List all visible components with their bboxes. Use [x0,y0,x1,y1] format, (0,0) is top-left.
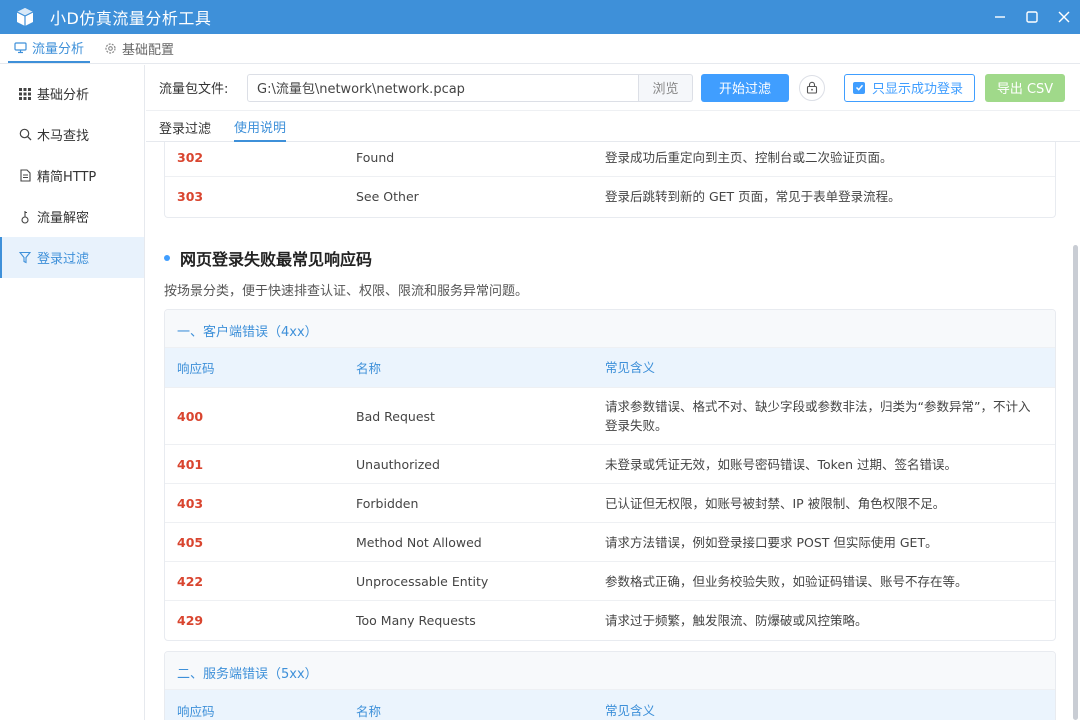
grid-icon [18,87,32,100]
table-row: 401 Unauthorized 未登录或凭证无效，如账号密码错误、Token … [165,445,1055,484]
sidebar-item-simple-http[interactable]: 精简HTTP [0,155,144,196]
status-desc: 请求方法错误，例如登录接口要求 POST 但实际使用 GET。 [605,534,938,550]
status-name: Found [356,149,395,165]
status-desc: 登录后跳转到新的 GET 页面，常见于表单登录流程。 [605,189,901,204]
status-name: Too Many Requests [356,613,476,628]
topnav-basic-config[interactable]: 基础配置 [98,33,180,63]
sidebar-item-label: 流量解密 [37,211,90,226]
search-icon [18,128,32,141]
lock-button[interactable] [799,74,825,101]
status-code: 303 [177,189,204,204]
file-path-input[interactable] [247,73,639,102]
header-code: 响应码 [177,361,215,376]
sidebar-item-trojan-search[interactable]: 木马查找 [0,114,144,155]
close-icon [1058,11,1070,23]
status-name: See Other [356,189,419,204]
close-button[interactable] [1048,0,1080,34]
status-name: Unprocessable Entity [356,573,489,589]
group-title: 二、服务端错误（5xx） [177,667,318,682]
export-csv-button[interactable]: 导出 CSV [985,73,1065,102]
status-code: 429 [177,613,204,628]
tab-usage-guide[interactable]: 使用说明 [234,112,287,142]
sidebar-item-login-filter[interactable]: 登录过滤 [0,237,144,278]
usage-guide-content: 302 Found 登录成功后重定向到主页、控制台或二次验证页面。 303 Se… [146,142,1072,720]
maximize-button[interactable] [1016,0,1048,34]
vertical-scrollbar[interactable] [1073,245,1078,720]
group-header: 二、服务端错误（5xx） [165,652,1055,690]
sidebar-item-label: 精简HTTP [37,170,97,185]
status-desc: 未登录或凭证无效，如账号密码错误、Token 过期、签名错误。 [605,456,958,472]
header-name: 名称 [356,361,382,376]
status-code: 403 [177,495,204,511]
start-filter-button[interactable]: 开始过滤 [701,73,789,102]
gear-icon [104,42,117,55]
table-row: 422 Unprocessable Entity 参数格式正确，但业务校验失败，… [165,562,1055,601]
sidebar: 基础分析 木马查找 精简HTTP 流量解密 登录过滤 [0,65,145,720]
checkmark-icon [853,81,865,94]
filter-icon [18,251,32,264]
topnav-traffic-analysis[interactable]: 流量分析 [8,33,91,63]
maximize-icon [1026,11,1038,23]
status-code: 400 [177,408,204,424]
app-cube-icon [8,0,42,34]
table-row: 403 Forbidden 已认证但无权限，如账号被封禁、IP 被限制、角色权限… [165,484,1055,523]
tab-bar: 登录过滤 使用说明 [146,112,1080,142]
sidebar-item-traffic-decrypt[interactable]: 流量解密 [0,196,144,237]
browse-button[interactable]: 浏览 [639,73,693,102]
status-name: Method Not Allowed [356,534,482,550]
header-code: 响应码 [177,703,215,719]
table-row: 429 Too Many Requests 请求过于频繁，触发限流、防爆破或风控… [165,601,1055,640]
status-desc: 请求参数错误、格式不对、缺少字段或参数非法，归类为“参数异常”，不计入登录失败。 [605,399,1031,433]
status-name: Bad Request [356,408,435,424]
status-desc: 已认证但无权限，如账号被封禁、IP 被限制、角色权限不足。 [605,495,946,511]
lock-icon [806,81,818,94]
header-desc: 常见含义 [605,702,656,718]
table-header-row: 响应码 名称 常见含义 [165,348,1055,388]
section-title: 网页登录失败最常见响应码 [164,246,372,270]
server-errors-card: 二、服务端错误（5xx） 响应码 名称 常见含义 [164,651,1056,720]
status-desc: 登录成功后重定向到主页、控制台或二次验证页面。 [605,149,893,165]
file-label: 流量包文件: [159,82,229,97]
status-code: 422 [177,573,204,589]
status-desc: 请求过于频繁，触发限流、防爆破或风控策略。 [605,613,868,628]
status-desc: 参数格式正确，但业务校验失败，如验证码错误、账号不存在等。 [605,573,968,589]
key-icon [18,210,32,224]
document-icon [18,169,32,182]
header-desc: 常见含义 [605,360,656,375]
title-bar: 小D仿真流量分析工具 [0,0,1080,34]
group-title: 一、客户端错误（4xx） [177,325,318,340]
header-name: 名称 [356,703,382,719]
topnav-label: 基础配置 [122,42,175,58]
status-code: 401 [177,456,204,472]
topnav-label: 流量分析 [32,41,85,57]
success-only-label: 只显示成功登录 [872,82,964,97]
status-code: 302 [177,149,204,165]
group-header: 一、客户端错误（4xx） [165,310,1055,348]
minimize-icon [995,16,1005,18]
sidebar-item-label: 基础分析 [37,88,90,103]
top-nav: 流量分析 基础配置 [0,34,1080,64]
success-only-checkbox[interactable]: 只显示成功登录 [844,73,975,102]
monitor-icon [14,41,27,54]
toolbar: 流量包文件: 浏览 开始过滤 只显示成功登录 导出 CSV [146,65,1080,111]
bullet-dot-icon [164,255,170,261]
status-code: 405 [177,534,204,550]
status-name: Unauthorized [356,456,440,472]
tab-login-filter[interactable]: 登录过滤 [159,112,211,142]
table-header-row: 响应码 名称 常见含义 [165,690,1055,720]
sidebar-item-label: 木马查找 [37,129,90,144]
table-row: 400 Bad Request 请求参数错误、格式不对、缺少字段或参数非法，归类… [165,388,1055,445]
status-name: Forbidden [356,495,419,511]
table-row: 302 Found 登录成功后重定向到主页、控制台或二次验证页面。 [165,142,1055,177]
section-title-text: 网页登录失败最常见响应码 [180,250,373,269]
sidebar-item-label: 登录过滤 [37,252,90,267]
table-row: 303 See Other 登录后跳转到新的 GET 页面，常见于表单登录流程。 [165,177,1055,216]
client-errors-card: 一、客户端错误（4xx） 响应码 名称 常见含义 400 Bad Request… [164,309,1056,641]
section-subtitle: 按场景分类，便于快速排查认证、权限、限流和服务异常问题。 [164,284,529,299]
sidebar-item-basic-analysis[interactable]: 基础分析 [0,73,144,114]
app-title: 小D仿真流量分析工具 [50,9,212,28]
table-row: 405 Method Not Allowed 请求方法错误，例如登录接口要求 P… [165,523,1055,562]
redirect-codes-card: 302 Found 登录成功后重定向到主页、控制台或二次验证页面。 303 Se… [164,142,1056,218]
minimize-button[interactable] [984,0,1016,34]
